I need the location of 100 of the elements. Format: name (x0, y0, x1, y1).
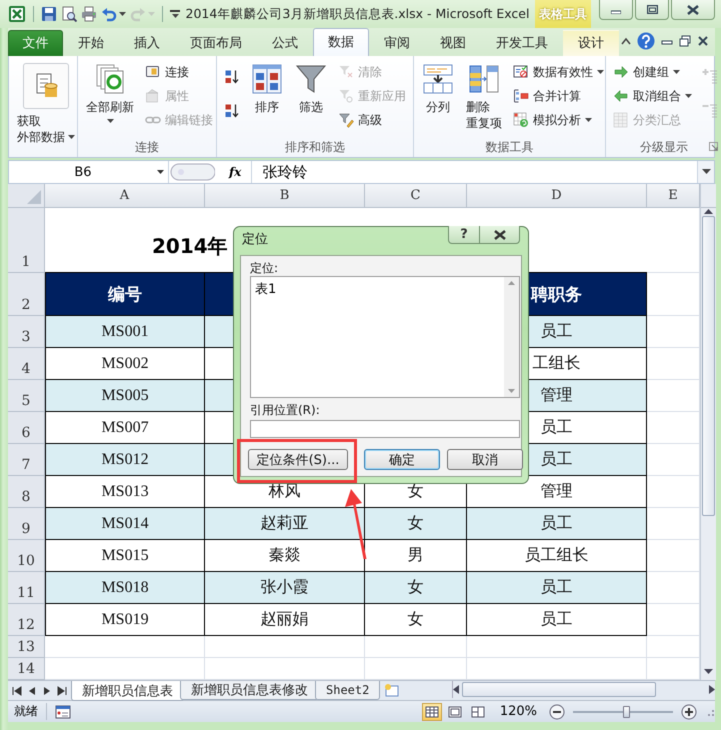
ribbon-tab[interactable]: 插入 (119, 30, 175, 56)
last-sheet-icon[interactable] (57, 686, 67, 696)
refresh-all-button[interactable]: 全部刷新 (82, 60, 138, 132)
header-cell: 编号 (45, 273, 205, 316)
zoom-level[interactable]: 120% (496, 704, 541, 719)
group-button[interactable]: 创建组 (610, 60, 695, 84)
ribbon-tab[interactable]: 开发工具 (481, 30, 563, 56)
formula-input[interactable]: 张玲铃 (252, 162, 697, 182)
row-header[interactable]: 12 (8, 604, 45, 636)
row-header[interactable]: 10 (8, 540, 45, 572)
close-button[interactable] (480, 226, 520, 244)
ribbon-tab[interactable]: 文件 (8, 30, 63, 56)
row-header[interactable]: 2 (8, 273, 45, 316)
table-cell: 赵丽娟 (205, 604, 365, 636)
first-sheet-icon[interactable] (12, 686, 22, 696)
splitter-handle-icon[interactable] (169, 162, 215, 182)
scroll-left-icon[interactable] (453, 685, 459, 694)
zoom-out-icon[interactable] (549, 704, 565, 720)
data-validation-button[interactable]: 数据有效性 (510, 60, 607, 84)
remove-duplicates-icon (468, 63, 500, 95)
dialog-button[interactable]: 确定 (364, 449, 440, 470)
text-to-columns-button[interactable]: 分列 (418, 60, 458, 132)
excel-icon[interactable] (8, 5, 26, 23)
row-header[interactable]: 6 (8, 412, 45, 444)
list-item[interactable]: 表1 (255, 280, 276, 298)
page-layout-icon (448, 706, 462, 718)
ungroup-button[interactable]: 取消组合 (610, 84, 695, 108)
restore-window-icon[interactable] (679, 35, 691, 47)
printer-button[interactable] (81, 6, 97, 22)
close-button[interactable] (671, 0, 715, 20)
previous-sheet-icon[interactable] (27, 686, 37, 696)
ribbon-tab[interactable]: 数据 (313, 28, 369, 56)
zoom-in-icon[interactable] (681, 704, 697, 720)
insert-function-button[interactable]: fx (215, 161, 252, 183)
sheet-tab[interactable]: 新增职员信息表 (71, 681, 184, 701)
print-preview-button[interactable] (61, 6, 77, 22)
get-external-data-button[interactable]: 获取 外部数据 (13, 60, 79, 148)
consolidate-button[interactable]: 合并计算 (510, 84, 607, 108)
row-header[interactable]: 7 (8, 444, 45, 476)
normal-view-button[interactable] (422, 702, 442, 720)
scrollbar-thumb[interactable] (702, 216, 715, 516)
next-sheet-icon[interactable] (42, 686, 52, 696)
row-header[interactable]: 4 (8, 348, 45, 380)
table-cell: 员工 (467, 604, 647, 636)
customize-button[interactable] (170, 10, 180, 18)
dialog-launcher-icon[interactable] (709, 142, 718, 151)
row-header[interactable]: 11 (8, 572, 45, 604)
column-header[interactable]: E (647, 184, 700, 208)
row-header[interactable]: 14 (8, 658, 45, 680)
scroll-down-icon[interactable] (704, 669, 713, 675)
ribbon-tab[interactable]: 视图 (425, 30, 481, 56)
sheet-tab[interactable]: 新增职员信息表修改 (180, 681, 319, 700)
sheet-title: 2014年 (152, 233, 228, 260)
row-header[interactable]: 8 (8, 476, 45, 508)
column-header[interactable]: A (45, 184, 205, 208)
ribbon-tab[interactable]: 页面布局 (175, 30, 257, 56)
list-box[interactable]: 表1 (250, 276, 520, 398)
connections-button[interactable]: 连接 (142, 60, 216, 84)
name-box[interactable]: B6 (9, 161, 169, 183)
dialog-button[interactable]: 取消 (447, 449, 523, 470)
column-header[interactable]: C (365, 184, 467, 208)
column-header[interactable]: D (467, 184, 647, 208)
table-cell: 员工 (467, 572, 647, 604)
printer-icon (81, 6, 97, 22)
row-header[interactable]: 1 (8, 208, 45, 273)
save-button[interactable] (41, 6, 57, 22)
collapse-ribbon-icon[interactable] (621, 37, 631, 45)
row-header[interactable]: 5 (8, 380, 45, 412)
filter-button[interactable]: 筛选 (291, 60, 331, 132)
column-header[interactable]: B (205, 184, 365, 208)
expand-icon[interactable] (702, 169, 710, 175)
ribbon-tab[interactable]: 设计 (563, 30, 619, 56)
scroll-up-icon[interactable] (704, 208, 713, 214)
restore-button[interactable] (635, 0, 669, 20)
minimize-button[interactable] (599, 0, 633, 20)
help-button[interactable]: ? (448, 226, 480, 244)
insert-sheet-icon[interactable] (384, 683, 400, 697)
close-window-icon[interactable] (697, 35, 709, 47)
sort-button[interactable]: 排序 (247, 60, 287, 132)
ribbon-tab[interactable]: 公式 (257, 30, 313, 56)
sheet-tab[interactable]: Sheet2 (315, 681, 380, 700)
input-field[interactable] (250, 420, 520, 438)
macro-record-icon[interactable] (55, 704, 71, 718)
scroll-right-icon[interactable] (709, 685, 715, 694)
advanced-button[interactable]: 高级 (335, 108, 409, 132)
zoom-slider-thumb[interactable] (623, 706, 630, 718)
row-header[interactable]: 13 (8, 636, 45, 658)
what-if-analysis-button[interactable]: 模拟分析 (510, 108, 607, 132)
help-icon[interactable] (637, 32, 655, 50)
undo-button[interactable] (101, 6, 126, 22)
ribbon-tab[interactable]: 审阅 (369, 30, 425, 56)
row-header[interactable]: 3 (8, 316, 45, 348)
scrollbar-thumb[interactable] (462, 682, 656, 697)
dialog-button[interactable]: 定位条件(S)... (248, 449, 348, 470)
remove-duplicates-button[interactable]: 删除 重复项 (462, 60, 506, 134)
group-label: 排序和筛选 (285, 138, 345, 156)
table-cell: MS001 (45, 316, 205, 348)
ribbon-tab[interactable]: 开始 (63, 30, 119, 56)
row-header[interactable]: 9 (8, 508, 45, 540)
table-cell: 女 (365, 572, 467, 604)
